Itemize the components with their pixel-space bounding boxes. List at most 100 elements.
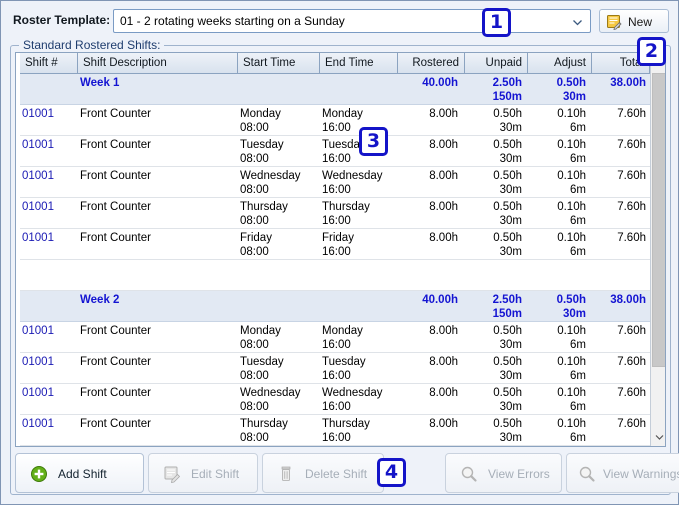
- cell-shift-number: 01001: [22, 200, 74, 214]
- column-header-adjust[interactable]: Adjust: [528, 53, 592, 73]
- plus-circle-icon: [30, 465, 48, 483]
- table-row-week-group[interactable]: Week 240.00h2.50h150m0.50h30m38.00h: [20, 291, 650, 322]
- cell-end-time: Thursday16:00: [322, 200, 392, 228]
- cell-shift-number: 01001: [22, 169, 74, 183]
- new-button-label: New: [628, 15, 652, 29]
- cell-unpaid: 0.50h30m: [462, 231, 522, 259]
- cell-total: 7.60h: [590, 169, 646, 183]
- table-row[interactable]: 01001Front CounterThursday08:00Thursday1…: [20, 415, 650, 446]
- column-header-start-time[interactable]: Start Time: [238, 53, 320, 73]
- chevron-down-icon[interactable]: [572, 17, 583, 28]
- table-row[interactable]: 01001Front CounterMonday08:00Monday16:00…: [20, 105, 650, 136]
- cell-total: 7.60h: [590, 355, 646, 369]
- cell-shift-description: Front Counter: [80, 138, 232, 152]
- cell-end-time: Wednesday16:00: [322, 386, 392, 414]
- cell-adjust: 0.10h6m: [526, 200, 586, 228]
- cell-unpaid: 0.50h30m: [462, 417, 522, 445]
- week-rostered: 40.00h: [394, 293, 458, 307]
- cell-end-time: Tuesday16:00: [322, 355, 392, 383]
- column-header-shift-number[interactable]: Shift #: [20, 53, 78, 73]
- cell-rostered: 8.00h: [394, 169, 458, 183]
- shifts-grid[interactable]: Shift # Shift Description Start Time End…: [15, 52, 666, 447]
- table-row[interactable]: 01001Front CounterTuesday08:00Tuesday16:…: [20, 136, 650, 167]
- cell-shift-description: Front Counter: [80, 169, 232, 183]
- cell-start-time: Monday08:00: [240, 324, 316, 352]
- cell-total: 7.60h: [590, 386, 646, 400]
- week-unpaid: 2.50h150m: [462, 293, 522, 321]
- view-errors-button[interactable]: View Errors: [445, 453, 562, 493]
- cell-unpaid: 0.50h30m: [462, 355, 522, 383]
- scroll-down-arrow-icon[interactable]: [652, 431, 666, 445]
- cell-start-time: Wednesday08:00: [240, 386, 316, 414]
- cell-rostered: 8.00h: [394, 355, 458, 369]
- cell-unpaid: 0.50h30m: [462, 324, 522, 352]
- table-row-week-group[interactable]: Week 140.00h2.50h150m0.50h30m38.00h: [20, 74, 650, 105]
- cell-rostered: 8.00h: [394, 107, 458, 121]
- annotation-badge-3: 3: [359, 127, 388, 156]
- add-shift-button[interactable]: Add Shift: [15, 453, 144, 493]
- cell-shift-description: Front Counter: [80, 324, 232, 338]
- roster-template-row: Roster Template: 01 - 2 rotating weeks s…: [1, 7, 679, 35]
- cell-rostered: 8.00h: [394, 200, 458, 214]
- cell-total: 7.60h: [590, 324, 646, 338]
- table-row[interactable]: 01001 Front Counter Friday08:00Friday16:00…: [20, 229, 650, 260]
- cell-adjust: 0.10h6m: [526, 386, 586, 414]
- grid-body[interactable]: Week 140.00h2.50h150m0.50h30m38.00h01001…: [20, 74, 650, 447]
- cell-end-time: Thursday16:00: [322, 417, 392, 445]
- cell-start-time: Thursday08:00: [240, 417, 316, 445]
- cell-adjust: 0.10h6m: [526, 324, 586, 352]
- cell-adjust: 0.10h6m: [526, 231, 586, 259]
- edit-shift-button[interactable]: Edit Shift: [148, 453, 258, 493]
- cell-shift-number: 01001: [22, 138, 74, 152]
- cell-shift-number: 01001: [22, 324, 74, 338]
- table-row[interactable]: 01001Front CounterWednesday08:00Wednesda…: [20, 167, 650, 198]
- week-unpaid: 2.50h150m: [462, 76, 522, 104]
- column-header-end-time[interactable]: End Time: [320, 53, 398, 73]
- notepad-pencil-icon: [606, 14, 622, 30]
- table-row[interactable]: 01001Front CounterMonday08:00Monday16:00…: [20, 322, 650, 353]
- vertical-scrollbar[interactable]: [650, 53, 666, 446]
- delete-shift-label: Delete Shift: [305, 467, 367, 481]
- column-header-rostered[interactable]: Rostered: [398, 53, 465, 73]
- delete-shift-button[interactable]: Delete Shift: [262, 453, 384, 493]
- notepad-pencil-icon: [163, 465, 181, 483]
- week-adjust: 0.50h30m: [526, 293, 586, 321]
- cell-start-time: Wednesday08:00: [240, 169, 316, 197]
- view-warnings-button[interactable]: View Warnings: [566, 453, 679, 493]
- cell-adjust: 0.10h6m: [526, 417, 586, 445]
- cell-shift-number: 01001: [22, 231, 74, 245]
- cell-shift-number: 01001: [22, 386, 74, 400]
- trash-bin-icon: [277, 465, 295, 483]
- roster-template-label: Roster Template:: [13, 13, 110, 27]
- cell-shift-description: Front Counter: [80, 231, 232, 245]
- cell-shift-number: 01001: [22, 107, 74, 121]
- roster-template-value: 01 - 2 rotating weeks starting on a Sund…: [120, 14, 345, 28]
- scrollbar-thumb[interactable]: [652, 73, 666, 367]
- view-warnings-label: View Warnings: [603, 467, 679, 481]
- cell-start-time: Tuesday08:00: [240, 138, 316, 166]
- cell-unpaid: 0.50h30m: [462, 386, 522, 414]
- roster-template-combobox[interactable]: 01 - 2 rotating weeks starting on a Sund…: [113, 9, 591, 33]
- table-row[interactable]: 01001Front CounterTuesday08:00Tuesday16:…: [20, 353, 650, 384]
- cell-shift-description: Front Counter: [80, 386, 232, 400]
- cell-rostered: 8.00h: [394, 417, 458, 431]
- cell-adjust: 0.10h6m: [526, 107, 586, 135]
- cell-rostered: 8.00h: [394, 231, 458, 245]
- cell-total: 7.60h: [590, 138, 646, 152]
- cell-start-time: Friday08:00: [240, 231, 316, 259]
- cell-total: 7.60h: [590, 231, 646, 245]
- cell-unpaid: 0.50h30m: [462, 200, 522, 228]
- annotation-badge-1: 1: [482, 8, 511, 37]
- column-header-shift-description[interactable]: Shift Description: [78, 53, 238, 73]
- new-button[interactable]: New: [599, 9, 669, 33]
- column-header-unpaid[interactable]: Unpaid: [465, 53, 528, 73]
- annotation-badge-4: 4: [377, 458, 406, 487]
- table-row-spacer: [20, 260, 650, 291]
- table-row[interactable]: 01001Front CounterThursday08:00Thursday1…: [20, 198, 650, 229]
- week-total: 38.00h: [590, 76, 646, 90]
- week-label: Week 1: [80, 76, 232, 90]
- table-row[interactable]: 01001 Front Counter Wednesday08:00Wednesda…: [20, 384, 650, 415]
- cell-start-time: Thursday08:00: [240, 200, 316, 228]
- cell-shift-number: 01001: [22, 417, 74, 431]
- cell-end-time: Friday16:00: [322, 231, 392, 259]
